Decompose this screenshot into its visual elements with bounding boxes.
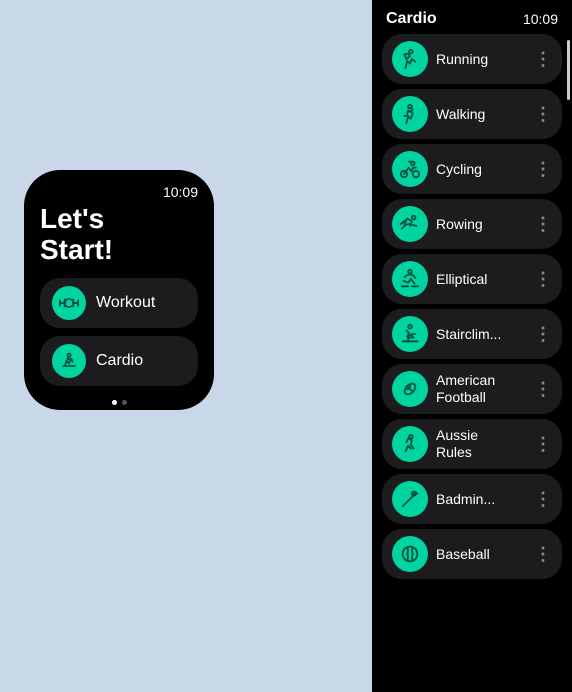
stairclimber-label: Stairclim... (436, 326, 526, 343)
aussie-rules-icon (392, 426, 428, 462)
american-football-label: AmericanFootball (436, 372, 526, 406)
cycling-icon (392, 151, 428, 187)
watch-right-title: Cardio (386, 10, 437, 28)
badminton-icon (392, 481, 428, 517)
list-item[interactable]: Baseball ⋮ (382, 529, 562, 579)
elliptical-more[interactable]: ⋮ (534, 269, 552, 290)
running-label: Running (436, 51, 526, 68)
cardio-icon (52, 344, 86, 378)
stairclimber-icon (392, 316, 428, 352)
watch-greeting: Let'sStart! (40, 204, 198, 266)
list-item[interactable]: Rowing ⋮ (382, 199, 562, 249)
dot-2 (122, 400, 127, 405)
scroll-indicator (567, 40, 570, 100)
cycling-more[interactable]: ⋮ (534, 159, 552, 180)
walking-more[interactable]: ⋮ (534, 104, 552, 125)
watch-right: Cardio 10:09 Running ⋮ (372, 0, 572, 692)
rowing-more[interactable]: ⋮ (534, 214, 552, 235)
walking-icon (392, 96, 428, 132)
cardio-menu-item[interactable]: Cardio (40, 336, 198, 386)
american-football-more[interactable]: ⋮ (534, 379, 552, 400)
badminton-label: Badmin... (436, 491, 526, 508)
list-item[interactable]: AmericanFootball ⋮ (382, 364, 562, 414)
workout-icon (52, 286, 86, 320)
rowing-icon (392, 206, 428, 242)
aussie-rules-label: AussieRules (436, 427, 526, 461)
baseball-label: Baseball (436, 546, 526, 563)
workout-menu-item[interactable]: Workout (40, 278, 198, 328)
list-item[interactable]: Cycling ⋮ (382, 144, 562, 194)
running-more[interactable]: ⋮ (534, 49, 552, 70)
watch-left: 10:09 Let'sStart! Workout Cardio (24, 170, 214, 410)
american-football-icon (392, 371, 428, 407)
running-icon (392, 41, 428, 77)
dot-1 (112, 400, 117, 405)
list-item[interactable]: Walking ⋮ (382, 89, 562, 139)
badminton-more[interactable]: ⋮ (534, 489, 552, 510)
list-item[interactable]: Elliptical ⋮ (382, 254, 562, 304)
workout-label: Workout (96, 294, 155, 312)
baseball-icon (392, 536, 428, 572)
baseball-more[interactable]: ⋮ (534, 544, 552, 565)
elliptical-label: Elliptical (436, 271, 526, 288)
cardio-list: Running ⋮ Walking ⋮ (372, 34, 572, 692)
list-item[interactable]: Stairclim... ⋮ (382, 309, 562, 359)
stairclimber-more[interactable]: ⋮ (534, 324, 552, 345)
cycling-label: Cycling (436, 161, 526, 178)
page-dots (40, 400, 198, 405)
elliptical-icon (392, 261, 428, 297)
list-item[interactable]: AussieRules ⋮ (382, 419, 562, 469)
rowing-label: Rowing (436, 216, 526, 233)
aussie-rules-more[interactable]: ⋮ (534, 434, 552, 455)
list-item[interactable]: Badmin... ⋮ (382, 474, 562, 524)
watch-right-header: Cardio 10:09 (372, 0, 572, 34)
watch-right-time: 10:09 (523, 11, 558, 27)
list-item[interactable]: Running ⋮ (382, 34, 562, 84)
cardio-label: Cardio (96, 352, 143, 370)
watch-left-time: 10:09 (40, 184, 198, 200)
walking-label: Walking (436, 106, 526, 123)
